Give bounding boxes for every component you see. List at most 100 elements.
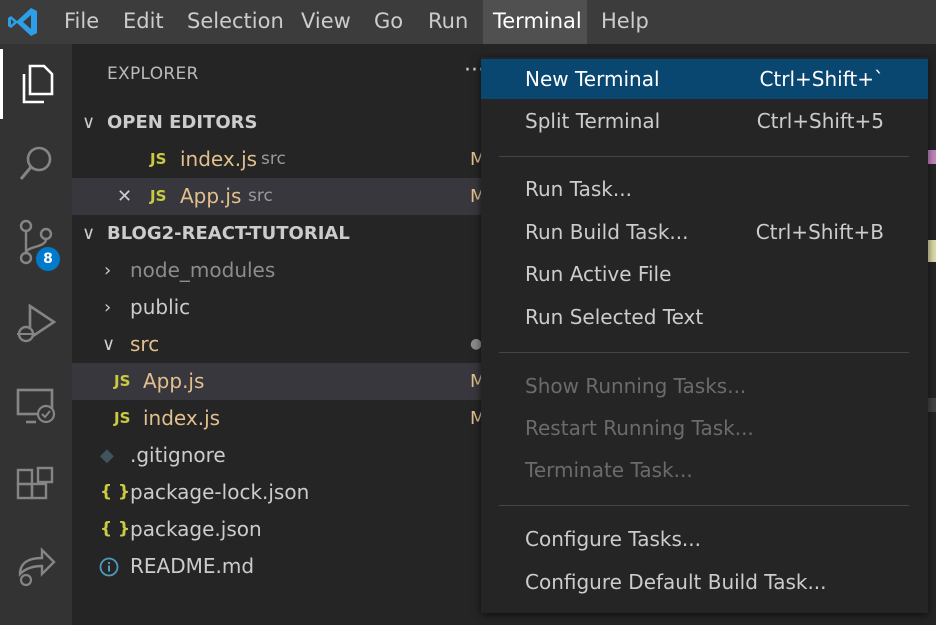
menu-item-label: Terminate Task... <box>525 458 693 482</box>
menu-item-show-running-tasks: Show Running Tasks... <box>481 366 928 406</box>
tree-item-label: .gitignore <box>130 443 226 467</box>
vscode-logo-icon <box>8 8 37 36</box>
chevron-right-icon: › <box>104 260 112 281</box>
chevron-down-icon: ∨ <box>102 334 116 355</box>
menu-edit[interactable]: Edit <box>113 0 174 44</box>
menu-item-configure-default-build-task[interactable]: Configure Default Build Task... <box>481 562 928 602</box>
menu-item-label: New Terminal <box>525 67 660 91</box>
chevron-down-icon: ∨ <box>82 223 96 244</box>
project-name: BLOG2-REACT-TUTORIAL <box>107 223 350 244</box>
menu-item-new-terminal[interactable]: New Terminal Ctrl+Shift+` <box>481 59 928 99</box>
live-share-activity-button[interactable] <box>0 531 72 601</box>
close-icon[interactable]: ✕ <box>117 178 132 215</box>
editor-peek <box>928 150 936 164</box>
tree-item-label: index.js <box>143 406 221 430</box>
menu-view[interactable]: View <box>291 0 361 44</box>
source-control-badge: 8 <box>36 247 60 271</box>
files-icon <box>22 64 53 104</box>
project-header[interactable]: ∨ BLOG2-REACT-TUTORIAL <box>72 215 492 252</box>
js-file-icon: JS <box>114 372 131 390</box>
json-file-icon: { } <box>100 519 131 539</box>
git-file-icon: ◆ <box>100 445 114 466</box>
live-share-icon <box>18 547 56 587</box>
menu-item-run-active-file[interactable]: Run Active File <box>481 254 928 294</box>
menu-item-configure-tasks[interactable]: Configure Tasks... <box>481 519 928 559</box>
menu-item-label: Restart Running Task... <box>525 416 754 440</box>
tree-file-readme[interactable]: README.md <box>72 548 492 585</box>
menu-item-label: Run Selected Text <box>525 305 704 329</box>
menu-file[interactable]: File <box>54 0 109 44</box>
explorer-activity-button[interactable] <box>0 49 72 119</box>
menu-separator <box>499 505 909 506</box>
menu-bar: File Edit Selection View Go Run Terminal… <box>0 0 936 44</box>
menu-item-run-build-task[interactable]: Run Build Task... Ctrl+Shift+B <box>481 212 928 252</box>
remote-explorer-icon <box>16 388 56 424</box>
editor-peek <box>928 240 936 262</box>
open-editor-item[interactable]: ✕ JS App.js src M <box>72 178 492 215</box>
menu-item-restart-running-task: Restart Running Task... <box>481 408 928 448</box>
menu-terminal[interactable]: Terminal <box>483 0 587 44</box>
js-file-icon: JS <box>150 150 167 168</box>
chevron-down-icon: ∨ <box>82 112 96 133</box>
tree-item-label: public <box>130 295 191 319</box>
editor-peek <box>928 398 936 412</box>
menu-go[interactable]: Go <box>364 0 413 44</box>
tree-file-gitignore[interactable]: ◆ .gitignore <box>72 437 492 474</box>
menu-separator <box>499 352 909 353</box>
menu-item-run-selected-text[interactable]: Run Selected Text <box>481 297 928 337</box>
menu-selection[interactable]: Selection <box>177 0 294 44</box>
menu-item-label: Split Terminal <box>525 109 661 133</box>
tree-item-label: src <box>130 332 160 356</box>
tree-folder-node-modules[interactable]: › node_modules <box>72 252 492 289</box>
chevron-right-icon: › <box>104 297 112 318</box>
search-activity-button[interactable] <box>0 129 72 199</box>
run-debug-icon <box>17 303 57 343</box>
open-editor-name: App.js <box>180 184 242 208</box>
tree-folder-src[interactable]: ∨ src ● <box>72 326 492 363</box>
extensions-icon <box>16 466 54 500</box>
run-debug-activity-button[interactable] <box>0 289 72 359</box>
tree-file-index-js[interactable]: JS index.js M <box>72 400 492 437</box>
extensions-activity-button[interactable] <box>0 451 72 521</box>
js-file-icon: JS <box>114 409 131 427</box>
search-icon <box>19 146 52 180</box>
menu-item-shortcut: Ctrl+Shift+5 <box>756 109 884 133</box>
menu-item-label: Configure Default Build Task... <box>525 570 827 594</box>
tree-item-label: App.js <box>143 369 205 393</box>
remote-explorer-activity-button[interactable] <box>0 371 72 441</box>
tree-item-label: README.md <box>130 554 255 578</box>
tree-file-package-json[interactable]: { } package.json <box>72 511 492 548</box>
open-editor-name: index.js <box>180 147 258 171</box>
tree-item-label: node_modules <box>130 258 276 282</box>
menu-item-terminate-task: Terminate Task... <box>481 450 928 490</box>
menu-item-label: Run Task... <box>525 177 632 201</box>
open-editor-folder: src <box>261 149 286 169</box>
menu-item-split-terminal[interactable]: Split Terminal Ctrl+Shift+5 <box>481 101 928 141</box>
menu-help[interactable]: Help <box>591 0 659 44</box>
menu-item-label: Show Running Tasks... <box>525 374 747 398</box>
menu-item-shortcut: Ctrl+Shift+` <box>759 67 884 91</box>
menu-separator <box>499 156 909 157</box>
source-control-activity-button[interactable]: 8 <box>0 207 72 277</box>
open-editors-label: OPEN EDITORS <box>107 112 258 133</box>
open-editor-item[interactable]: JS index.js src M <box>72 141 492 178</box>
js-file-icon: JS <box>150 187 167 205</box>
info-icon <box>99 557 119 577</box>
json-file-icon: { } <box>100 482 131 502</box>
activity-bar: 8 <box>0 44 72 625</box>
menu-item-shortcut: Ctrl+Shift+B <box>755 220 884 244</box>
tree-folder-public[interactable]: › public <box>72 289 492 326</box>
tree-file-app-js[interactable]: JS App.js M <box>72 363 492 400</box>
open-editor-folder: src <box>248 186 273 206</box>
menu-item-label: Run Active File <box>525 262 672 286</box>
explorer-title: EXPLORER <box>107 64 199 84</box>
menu-run[interactable]: Run <box>418 0 478 44</box>
terminal-menu: New Terminal Ctrl+Shift+` Split Terminal… <box>481 57 928 613</box>
menu-item-label: Configure Tasks... <box>525 527 701 551</box>
tree-file-package-lock[interactable]: { } package-lock.json <box>72 474 492 511</box>
tree-item-label: package.json <box>130 517 262 541</box>
open-editors-header[interactable]: ∨ OPEN EDITORS <box>72 104 492 141</box>
tree-item-label: package-lock.json <box>130 480 310 504</box>
menu-item-label: Run Build Task... <box>525 220 689 244</box>
menu-item-run-task[interactable]: Run Task... <box>481 169 928 209</box>
